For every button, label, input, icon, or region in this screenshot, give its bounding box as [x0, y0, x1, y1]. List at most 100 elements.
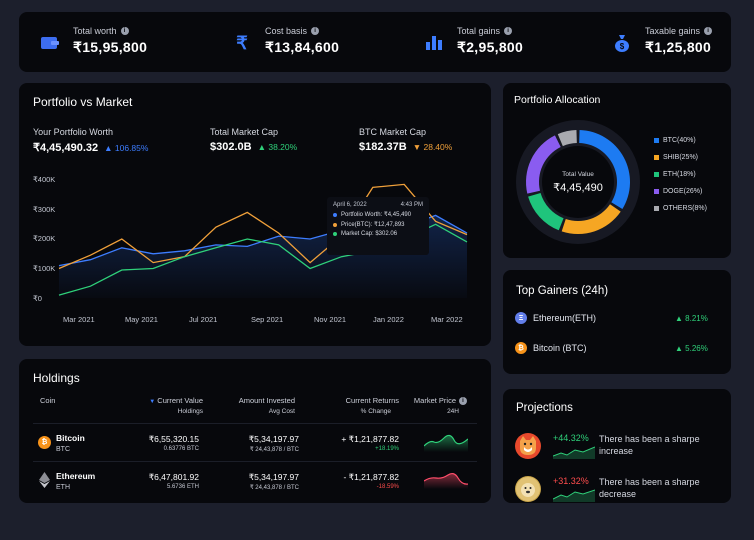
column-header-current-value[interactable]: ▼ Current Value: [131, 396, 203, 405]
stat-label: Total worth: [73, 26, 117, 36]
ethereum-icon: [38, 472, 51, 488]
projections-card: Projections +44.32% There has been a sha…: [503, 389, 731, 503]
info-icon[interactable]: i: [459, 396, 467, 405]
projection-row[interactable]: +44.32% There has been a sharpe increase: [515, 433, 725, 463]
column-header-market-price: Market Price i: [405, 396, 467, 405]
legend-item-btc: BTC(40%): [654, 137, 696, 144]
card-title: Holdings: [33, 371, 80, 385]
legend-dot: [333, 222, 337, 227]
stat-value: ₹13,84,600: [265, 39, 340, 55]
return-percent: +18.19%: [375, 446, 399, 452]
coin-name: Ethereum: [56, 471, 96, 481]
legend-swatch: [654, 138, 659, 143]
portfolio-vs-market-card: Portfolio vs Market Your Portfolio Worth…: [19, 83, 491, 346]
column-subheader: 24H: [447, 408, 459, 415]
divider: [33, 461, 477, 462]
coin-symbol: BTC: [56, 446, 70, 453]
info-icon[interactable]: i: [504, 27, 513, 35]
x-tick-label: Sep 2021: [251, 315, 284, 324]
wallet-icon: [39, 32, 61, 54]
return-percent: -18.59%: [376, 484, 399, 490]
legend-swatch: [654, 206, 659, 211]
tooltip-date: April 6, 2022: [333, 202, 367, 208]
amount-invested: ₹5,34,197.97: [248, 434, 299, 444]
top-gainers-card: Top Gainers (24h) Ξ Ethereum(ETH) ▲ 8.21…: [503, 270, 731, 374]
shiba-avatar-icon: [515, 433, 541, 459]
card-title: Portfolio Allocation: [514, 94, 601, 106]
projection-percent: +44.32%: [553, 433, 589, 443]
stat-label: Cost basis: [265, 26, 308, 36]
doge-avatar-icon: [515, 476, 541, 502]
gainer-name: Bitcoin (BTC): [533, 343, 587, 353]
legend-label: BTC(40%): [663, 137, 696, 144]
sort-down-icon: ▼: [149, 399, 156, 405]
legend-swatch: [654, 172, 659, 177]
legend-dot: [333, 212, 337, 217]
projection-text: There has been a sharpe decrease: [599, 477, 700, 499]
projection-text: There has been a sharpe increase: [599, 434, 700, 456]
stats-bar: Total worth i ₹15,95,800 ₹ Cost basis i ₹1…: [19, 12, 731, 72]
amount-invested: ₹5,34,197.97: [248, 472, 299, 482]
avg-cost: ₹ 24,43,878 / BTC: [249, 485, 299, 491]
x-tick-label: May 2021: [125, 315, 158, 324]
info-icon[interactable]: i: [120, 27, 129, 35]
column-subheader: Avg Cost: [268, 408, 295, 415]
stat-label: Total gains: [457, 26, 501, 36]
stat-total-worth: Total worth i ₹15,95,800: [39, 26, 147, 56]
ethereum-icon: Ξ: [515, 312, 527, 324]
bitcoin-icon: ₿: [515, 342, 527, 354]
current-value: ₹6,55,320.15: [148, 434, 199, 444]
legend-label: SHIB(25%): [663, 154, 699, 161]
money-bag-icon: $: [611, 32, 633, 54]
current-returns: + ₹1,21,877.82: [341, 434, 399, 444]
rupee-icon: ₹: [236, 32, 248, 53]
stat-value: ₹2,95,800: [457, 39, 524, 55]
gainer-row[interactable]: ₿ Bitcoin (BTC) ▲ 5.26%: [515, 342, 715, 354]
legend-dot: [333, 232, 337, 236]
tooltip-row: Portfolio Worth: ₹4,45,490: [341, 212, 412, 218]
sparkline: [424, 472, 468, 489]
table-row[interactable]: Ethereum ETH ₹6,47,801.92 5.6736 ETH ₹5,…: [19, 463, 491, 499]
svg-text:$: $: [620, 42, 625, 51]
stat-taxable-gains: $ Taxable gains i ₹1,25,800: [611, 26, 713, 56]
x-tick-label: Nov 2021: [314, 315, 347, 324]
stat-value: ₹15,95,800: [73, 39, 148, 55]
legend-label: ETH(18%): [663, 171, 696, 178]
gainer-row[interactable]: Ξ Ethereum(ETH) ▲ 8.21%: [515, 312, 715, 324]
divider: [33, 423, 477, 424]
x-tick-label: Jan 2022: [373, 315, 404, 324]
stat-label: Taxable gains: [645, 26, 701, 36]
legend-item-shib: SHIB(25%): [654, 154, 698, 161]
x-tick-label: Jul 2021: [189, 315, 218, 324]
tooltip-time: 4:43 PM: [400, 202, 423, 208]
stat-value: ₹1,25,800: [645, 39, 712, 55]
gainer-name: Ethereum(ETH): [533, 313, 597, 323]
donut-center: Total Value ₹4,45,490: [513, 117, 643, 247]
info-icon[interactable]: i: [311, 27, 320, 35]
holdings-card: Holdings Coin ▼ Current Value Holdings A…: [19, 359, 491, 503]
holding-qty: 0.63776 BTC: [163, 446, 199, 452]
portfolio-allocation-card: Portfolio Allocation Total Value ₹4,45,4…: [503, 83, 731, 258]
stat-total-gains: Total gains i ₹2,95,800: [423, 26, 523, 56]
center-label: Total Value: [562, 170, 594, 178]
x-tick-label: Mar 2021: [63, 315, 95, 324]
legend-item-eth: ETH(18%): [654, 171, 696, 178]
center-value: ₹4,45,490: [553, 181, 603, 194]
holding-qty: 5.6736 ETH: [166, 484, 199, 490]
column-subheader: % Change: [360, 408, 391, 415]
tooltip-row: Market Cap: $302.06: [341, 231, 398, 237]
legend-item-doge: DOGE(26%): [654, 188, 702, 195]
projection-sparkline: [553, 489, 595, 502]
bar-chart-icon: [423, 32, 445, 54]
column-header-label: Market Price: [413, 396, 456, 405]
chart-tooltip: April 6, 2022 4:43 PM Portfolio Worth: ₹…: [327, 197, 429, 255]
avg-cost: ₹ 24,43,878 / BTC: [249, 447, 299, 453]
column-header-current-returns: Current Returns: [345, 396, 399, 405]
legend-item-others: OTHERS(8%): [654, 205, 707, 212]
legend-label: OTHERS(8%): [663, 205, 707, 212]
x-tick-label: Mar 2022: [431, 315, 463, 324]
gainer-change: ▲ 5.26%: [675, 343, 708, 353]
info-icon[interactable]: i: [704, 27, 713, 35]
projection-row[interactable]: +31.32% There has been a sharpe decrease: [515, 476, 725, 503]
table-row[interactable]: ₿ Bitcoin BTC ₹6,55,320.15 0.63776 BTC ₹…: [19, 425, 491, 461]
